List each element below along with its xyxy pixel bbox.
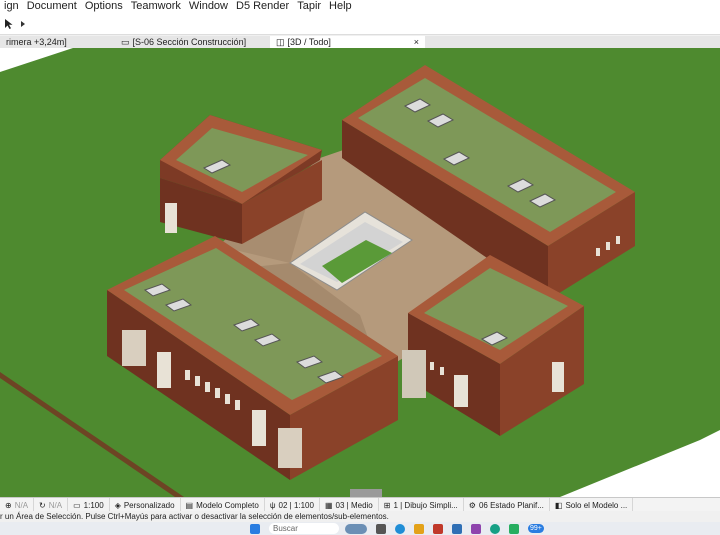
menu-item-teamwork[interactable]: Teamwork bbox=[127, 0, 185, 13]
detail-icon: ▦ bbox=[324, 500, 333, 510]
zoom-icon[interactable]: ⊕ bbox=[5, 501, 12, 510]
glazed-door bbox=[122, 330, 146, 366]
dimension-value: 1 | Dibujo Simpli... bbox=[393, 500, 458, 510]
menu-item-help[interactable]: Help bbox=[325, 0, 356, 13]
section-view-icon: ▭ bbox=[121, 37, 130, 47]
door bbox=[157, 352, 171, 388]
structure-icon: ◧ bbox=[554, 500, 563, 510]
tab-3d[interactable]: ◫ [3D / Todo] × bbox=[270, 36, 425, 48]
rotate-icon[interactable]: ↻ bbox=[39, 501, 46, 510]
glazed-door bbox=[278, 428, 302, 468]
tab-label: [S-06 Sección Construcción] bbox=[132, 37, 247, 47]
app-icon[interactable] bbox=[452, 523, 462, 534]
widgets-icon[interactable] bbox=[345, 523, 367, 534]
file-explorer-icon[interactable] bbox=[414, 523, 424, 534]
window bbox=[235, 400, 240, 410]
layers-icon: ◈ bbox=[114, 500, 121, 510]
window bbox=[606, 242, 610, 250]
tab-label: [3D / Todo] bbox=[287, 37, 331, 47]
window bbox=[225, 394, 230, 404]
scrollbar-marker[interactable] bbox=[350, 489, 382, 497]
window bbox=[215, 388, 220, 398]
door bbox=[552, 362, 564, 392]
start-icon[interactable] bbox=[250, 523, 260, 534]
task-view-icon[interactable] bbox=[376, 523, 386, 534]
menu-bar: ign Document Options Teamwork Window D5 … bbox=[0, 0, 720, 13]
window bbox=[440, 367, 444, 375]
menu-item-options[interactable]: Options bbox=[81, 0, 127, 13]
zoom-segment[interactable]: ⊕ N/A bbox=[0, 498, 35, 512]
dimension-segment[interactable]: ⊞ 1 | Dibujo Simpli... bbox=[379, 498, 464, 512]
window bbox=[596, 248, 600, 256]
app-icon[interactable] bbox=[509, 523, 519, 534]
layer-combo-value: Personalizado bbox=[123, 500, 175, 510]
door bbox=[454, 375, 468, 407]
structure-value: Solo el Modelo ... bbox=[565, 500, 628, 510]
pen-set-value: 02 | 1:100 bbox=[278, 500, 314, 510]
model-view-icon: ▤ bbox=[185, 500, 194, 510]
status-bar: r un Área de Selección. Pulse Ctrl+Mayús… bbox=[0, 511, 720, 522]
menu-item-d5render[interactable]: D5 Render bbox=[232, 0, 293, 13]
menu-item-document[interactable]: Document bbox=[23, 0, 81, 13]
structure-segment[interactable]: ◧ Solo el Modelo ... bbox=[550, 498, 634, 512]
pen-icon: ψ bbox=[269, 500, 276, 510]
scale-segment[interactable]: ▭ 1:100 bbox=[68, 498, 110, 512]
arrow-tool-icon[interactable] bbox=[2, 17, 16, 31]
window bbox=[185, 370, 190, 380]
search-box[interactable]: Buscar bbox=[269, 523, 339, 534]
3d-view-icon: ◫ bbox=[276, 37, 285, 47]
notification-badge: 99+ bbox=[528, 524, 544, 533]
layer-combo-segment[interactable]: ◈ Personalizado bbox=[110, 498, 181, 512]
menu-item-tapir[interactable]: Tapir bbox=[293, 0, 325, 13]
detail-level-segment[interactable]: ▦ 03 | Medio bbox=[320, 498, 379, 512]
chrome-icon[interactable] bbox=[490, 523, 500, 534]
3d-model-render bbox=[0, 48, 720, 497]
rotate-value: N/A bbox=[48, 500, 63, 510]
app-icon[interactable] bbox=[433, 523, 443, 534]
model-view-value: Modelo Completo bbox=[196, 500, 259, 510]
pen-set-segment[interactable]: ψ 02 | 1:100 bbox=[265, 498, 320, 512]
scale-value: 1:100 bbox=[83, 500, 104, 510]
tab-floor-plan[interactable]: rimera +3,24m] bbox=[0, 36, 115, 48]
window bbox=[195, 376, 200, 386]
tab-section[interactable]: ▭ [S-06 Sección Construcción] bbox=[115, 36, 270, 48]
3d-viewport[interactable] bbox=[0, 48, 720, 497]
chevron-right-icon[interactable] bbox=[16, 17, 30, 31]
app-icon[interactable] bbox=[471, 523, 481, 534]
door bbox=[252, 410, 266, 446]
renovation-segment[interactable]: ⚙ 06 Estado Planif... bbox=[464, 498, 550, 512]
angle-value: N/A bbox=[14, 500, 29, 510]
renovation-value: 06 Estado Planif... bbox=[478, 500, 544, 510]
rotate-segment[interactable]: ↻ N/A bbox=[34, 498, 69, 512]
tab-label: rimera +3,24m] bbox=[6, 37, 67, 47]
model-view-segment[interactable]: ▤ Modelo Completo bbox=[181, 498, 265, 512]
window bbox=[430, 362, 434, 370]
renovation-icon: ⚙ bbox=[468, 500, 476, 510]
menu-item-design[interactable]: ign bbox=[0, 0, 23, 13]
edge-icon[interactable] bbox=[395, 523, 405, 534]
menu-item-window[interactable]: Window bbox=[185, 0, 232, 13]
close-icon[interactable]: × bbox=[408, 36, 419, 48]
toolbar bbox=[0, 13, 720, 35]
window bbox=[616, 236, 620, 244]
glazed-corridor bbox=[402, 350, 426, 398]
door bbox=[165, 203, 177, 233]
windows-taskbar: Buscar 99+ bbox=[0, 522, 720, 535]
detail-level-value: 03 | Medio bbox=[335, 500, 373, 510]
window bbox=[205, 382, 210, 392]
navigator-bar: ⊕ N/A ↻ N/A ▭ 1:100 ◈ Personalizado ▤ Mo… bbox=[0, 497, 720, 512]
scale-icon: ▭ bbox=[73, 500, 81, 510]
dimension-icon: ⊞ bbox=[383, 500, 391, 510]
